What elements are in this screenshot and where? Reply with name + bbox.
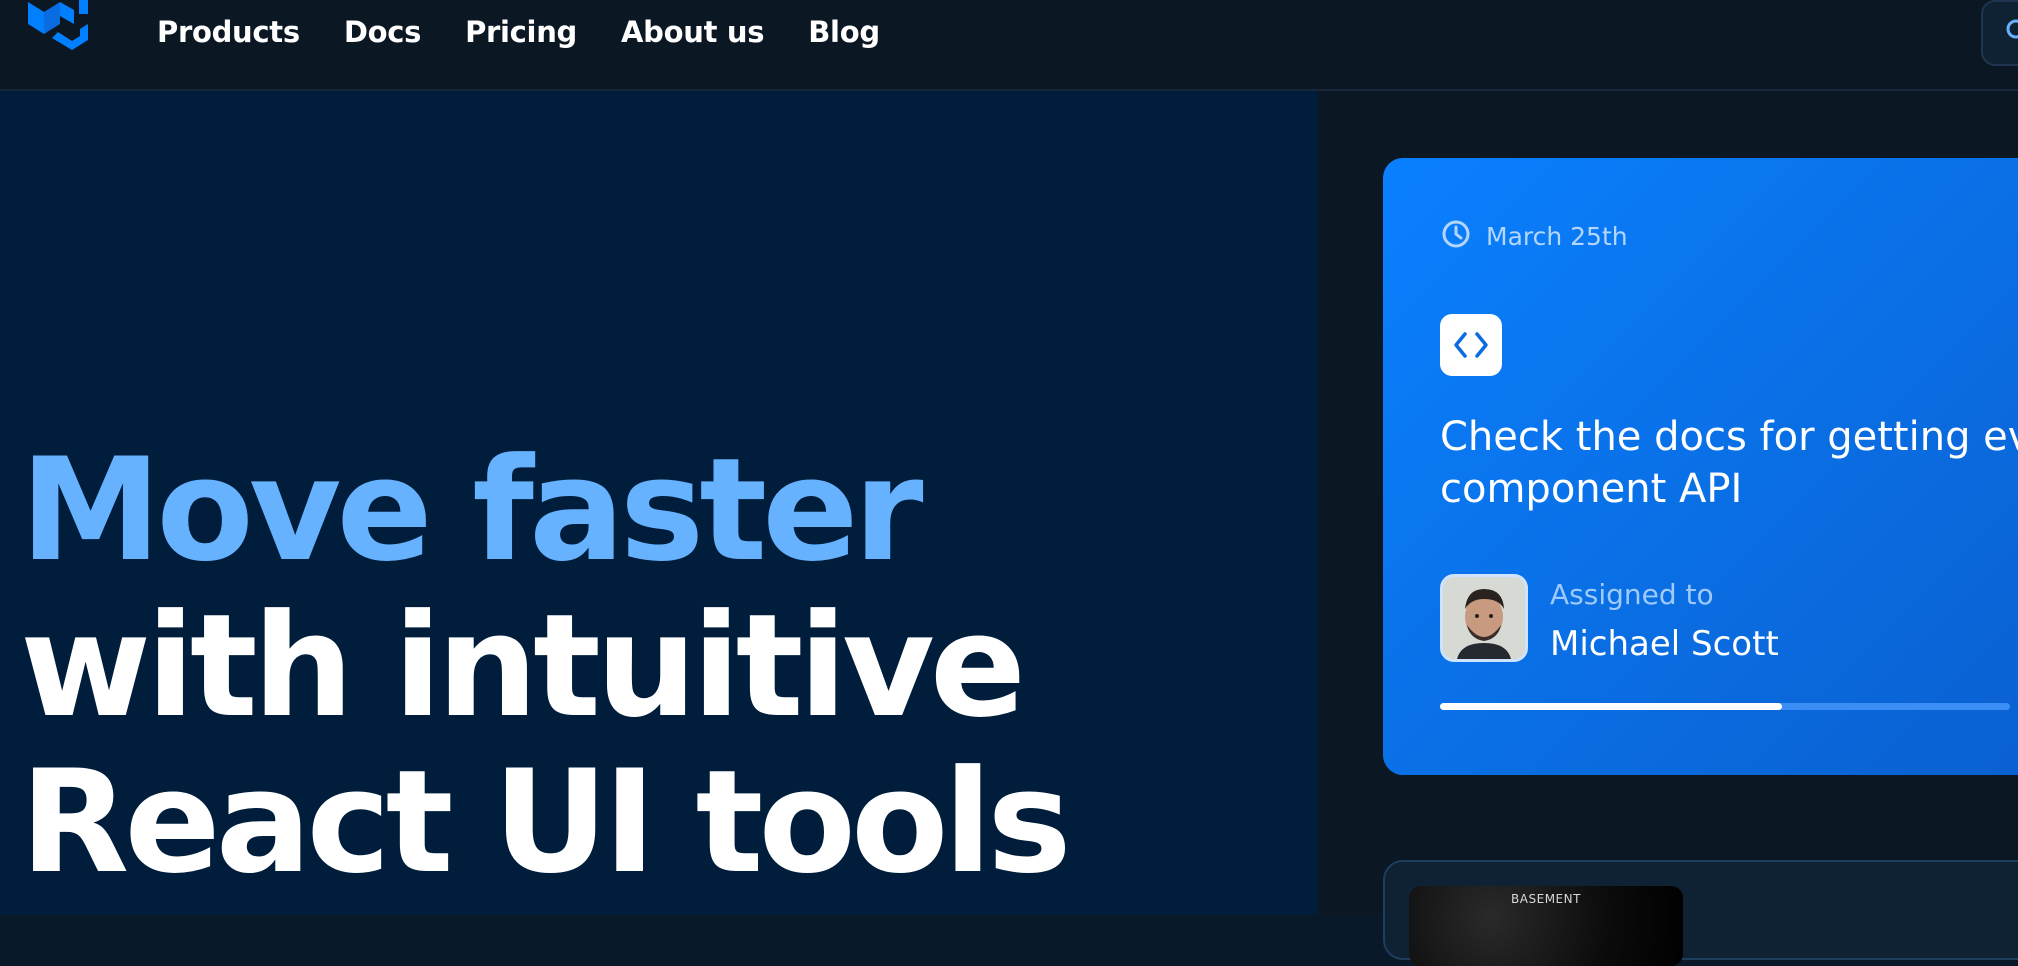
task-progress-bar xyxy=(1440,703,2010,710)
task-title-line1: Check the docs for getting ev xyxy=(1440,414,2018,460)
nav-products[interactable]: Products xyxy=(157,10,300,54)
album-title: BASEMENT xyxy=(1511,892,1581,906)
code-badge xyxy=(1440,314,1502,376)
top-header: Products Docs Pricing About us Blog xyxy=(0,0,2018,91)
search-icon xyxy=(2005,18,2018,50)
main-nav: Products Docs Pricing About us Blog xyxy=(157,10,924,54)
assignee-name: Michael Scott xyxy=(1550,624,1779,664)
task-title: Check the docs for getting ev component … xyxy=(1440,411,2018,515)
hero-title-accent: Move faster xyxy=(20,428,924,593)
task-card[interactable]: March 25th Check the docs for getting ev… xyxy=(1383,158,2018,775)
nav-pricing[interactable]: Pricing xyxy=(465,10,577,54)
task-progress-fill xyxy=(1440,703,1782,710)
avatar xyxy=(1440,574,1528,662)
nav-about-us[interactable]: About us xyxy=(621,10,765,54)
clock-icon xyxy=(1440,218,1472,254)
nav-docs[interactable]: Docs xyxy=(344,10,422,54)
hero-title-line3: React UI tools xyxy=(20,740,1072,905)
album-cover: BASEMENT xyxy=(1409,886,1683,966)
task-date-text: March 25th xyxy=(1486,221,1628,251)
task-date: March 25th xyxy=(1440,218,1628,254)
nav-blog[interactable]: Blog xyxy=(808,10,880,54)
album-card[interactable]: BASEMENT xyxy=(1383,860,2018,966)
task-title-line2: component API xyxy=(1440,466,1743,512)
hero-title-line2: with intuitive xyxy=(20,584,1026,749)
search-button[interactable] xyxy=(1981,0,2018,66)
mui-logo-icon[interactable] xyxy=(22,0,94,64)
assigned-label: Assigned to xyxy=(1550,578,1714,611)
hero-title: Move faster with intuitive React UI tool… xyxy=(20,428,1072,905)
